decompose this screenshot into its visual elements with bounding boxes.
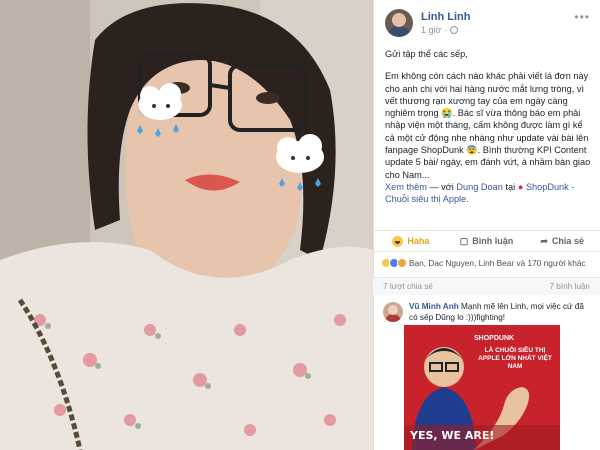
- post-actions: Haha ▢ Bình luận ➦ Chia sẻ: [373, 230, 600, 252]
- poster-tagline: LÀ CHUỖI SIÊU THỊ APPLE LỚN NHẤT VIỆT NA…: [478, 347, 552, 370]
- post-photo[interactable]: [0, 0, 373, 450]
- comment-image[interactable]: SHOPDUNK LÀ CHUỖI SIÊU THỊ APPLE LỚN NHẤ…: [404, 325, 560, 450]
- globe-icon: [450, 26, 459, 34]
- author-avatar[interactable]: [385, 9, 413, 37]
- comment-button[interactable]: ▢ Bình luận: [449, 236, 525, 247]
- sad-reaction-icon: [397, 258, 407, 268]
- poster-brand: SHOPDUNK: [474, 335, 515, 342]
- more-options-icon[interactable]: •••: [574, 10, 590, 24]
- see-more-link[interactable]: Xem thêm: [385, 182, 427, 192]
- share-button[interactable]: ➦ Chia sẻ: [524, 236, 600, 247]
- post-time[interactable]: 1 giờ: [421, 25, 441, 35]
- post-greeting: Gửi tập thể các sếp,: [385, 49, 468, 59]
- post-text: Gửi tập thể các sếp, Em không còn cách n…: [385, 48, 591, 216]
- author-name[interactable]: Linh Linh: [421, 11, 470, 23]
- commenter-avatar[interactable]: [383, 302, 403, 322]
- comment-icon: ▢: [459, 235, 469, 246]
- comment-item: Vũ Minh Anh Mạnh mẽ lên Linh, mọi việc c…: [383, 302, 593, 323]
- post-meta: 1 giờ ·: [421, 25, 470, 35]
- haha-button[interactable]: Haha: [373, 235, 449, 247]
- post-stats: 7 lượt chia sẻ 7 bình luận: [373, 277, 600, 295]
- post-header: Linh Linh 1 giờ ·: [385, 8, 470, 38]
- post-body-text: Em không còn cách nào khác phải viết lá …: [385, 71, 591, 205]
- reaction-icons: [381, 258, 407, 268]
- location-pin-icon: ●: [517, 181, 524, 192]
- haha-icon: [392, 235, 404, 247]
- tagged-user-link[interactable]: Dung Doan: [456, 182, 502, 192]
- commenter-name[interactable]: Vũ Minh Anh: [409, 302, 459, 311]
- reactions-summary[interactable]: Bạn, Dac Nguyen, Linh Bear và 170 người …: [381, 258, 595, 268]
- comment-count[interactable]: 7 bình luận: [549, 282, 590, 291]
- poster-slogan: YES, WE ARE!: [410, 429, 495, 442]
- share-icon: ➦: [540, 235, 548, 246]
- share-count[interactable]: 7 lượt chia sẻ: [383, 282, 433, 291]
